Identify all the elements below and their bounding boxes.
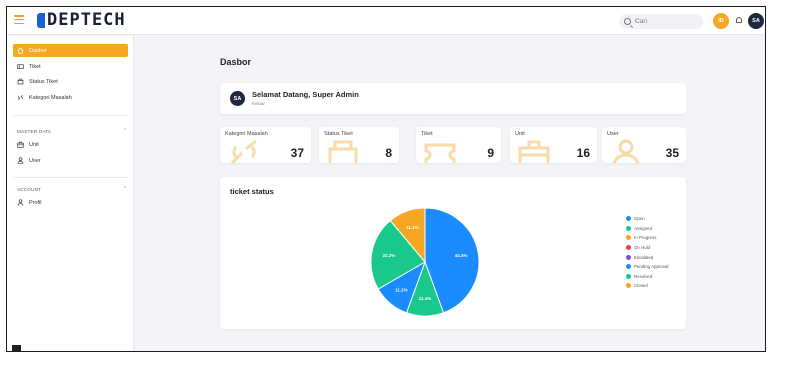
- stat-value: 37: [290, 146, 304, 160]
- legend-label: Closed: [634, 283, 648, 289]
- pie-slice-label: 11.1%: [395, 288, 408, 293]
- legend-label: In Progress: [634, 235, 657, 241]
- legend-label: Escalated: [634, 254, 654, 260]
- stat-value: 8: [385, 146, 392, 160]
- legend-label: Resolved: [634, 273, 653, 279]
- status-icon: [328, 140, 358, 163]
- section-title-master-data: MASTER DATA: [17, 129, 52, 134]
- avatar-id[interactable]: ID: [713, 13, 729, 29]
- stat-card-tiket[interactable]: Tiket 9: [416, 127, 501, 163]
- legend-item[interactable]: Resolved: [626, 272, 668, 282]
- legend-label: On Hold: [634, 245, 651, 251]
- legend-swatch: [626, 264, 631, 270]
- unit-icon: [17, 141, 24, 148]
- welcome-title: Selamat Datang, Super Admin: [252, 90, 359, 99]
- stat-label: Status Tiket: [324, 131, 353, 137]
- sidebar-item-label: Dasbor: [29, 47, 47, 54]
- ticket-icon: [17, 63, 24, 70]
- logo-text: DEPTECH: [47, 10, 126, 30]
- user-icon: [17, 199, 24, 206]
- stat-card-status-tiket[interactable]: Status Tiket 8: [319, 127, 399, 163]
- stat-value: 9: [487, 146, 494, 160]
- legend-label: Assigned: [634, 225, 653, 231]
- legend-swatch: [626, 235, 631, 241]
- app-window: DEPTECH Cari ID SA Dasbor Tiket Status T…: [6, 6, 766, 352]
- ticket-icon: [424, 143, 456, 163]
- sidebar-item-label: Profil: [29, 199, 42, 206]
- user-avatar[interactable]: SA: [748, 13, 764, 29]
- stat-value: 16: [576, 146, 590, 160]
- sidebar-item-label: Unit: [29, 141, 39, 148]
- legend-swatch: [626, 245, 631, 251]
- logout-link[interactable]: Keluar: [252, 101, 265, 106]
- legend-item[interactable]: Open: [626, 214, 668, 224]
- page-title: Dasbor: [220, 57, 252, 67]
- sidebar-item-profil[interactable]: Profil: [13, 196, 128, 209]
- avatar: SA: [230, 91, 245, 106]
- legend-swatch: [626, 283, 631, 289]
- sidebar-item-dasbor[interactable]: Dasbor: [13, 44, 128, 57]
- main-content: Dasbor SA Selamat Datang, Super Admin Ke…: [135, 36, 765, 351]
- chevron-up-icon[interactable]: ⌃: [123, 128, 127, 134]
- legend-swatch: [626, 254, 631, 260]
- link-icon: [230, 139, 257, 163]
- unit-icon: [518, 140, 550, 163]
- sidebar-item-label: Tiket: [29, 63, 41, 70]
- legend-swatch: [626, 273, 631, 279]
- sidebar-item-tiket[interactable]: Tiket: [13, 60, 128, 73]
- pie-slice-label: 11.1%: [419, 296, 432, 301]
- corner-block: [12, 345, 21, 351]
- status-icon: [17, 78, 24, 85]
- pie-chart: 44.4% 11.1% 11.1% 22.2% 11.1%: [370, 207, 480, 317]
- users-icon: [612, 139, 640, 163]
- welcome-card: SA Selamat Datang, Super Admin Keluar: [220, 83, 686, 114]
- sidebar-item-kategori-masalah[interactable]: Kategori Masalah: [13, 91, 128, 104]
- stat-value: 35: [665, 146, 679, 160]
- divider: [13, 115, 128, 116]
- link-icon: [17, 94, 24, 101]
- logo[interactable]: DEPTECH: [37, 11, 137, 30]
- pie-slice-label: 22.2%: [382, 253, 395, 258]
- stat-card-user[interactable]: User 35: [602, 127, 686, 163]
- legend-item[interactable]: On Hold: [626, 243, 668, 253]
- stat-card-unit[interactable]: Unit 16: [510, 127, 597, 163]
- pie-slice-label: 11.1%: [406, 225, 419, 230]
- top-bar: DEPTECH Cari ID SA: [7, 7, 765, 35]
- chart-legend: Open Assigned In Progress On Hold Escalated P…: [626, 214, 668, 291]
- stat-label: User: [607, 131, 619, 137]
- hamburger-menu-icon[interactable]: [14, 15, 24, 25]
- search-box[interactable]: Cari: [619, 14, 703, 29]
- divider: [13, 177, 128, 178]
- legend-item[interactable]: Assigned: [626, 224, 668, 234]
- legend-label: Pending Approval: [634, 264, 669, 270]
- pie-slice-label: 44.4%: [455, 253, 468, 258]
- sidebar-item-label: Kategori Masalah: [29, 94, 72, 101]
- stat-label: Unit: [515, 131, 525, 137]
- legend-swatch: [626, 225, 631, 231]
- ticket-status-card: ticket status 44.4% 11.1% 11.1% 22.2% 11.1% …: [220, 177, 686, 329]
- chevron-up-icon[interactable]: ⌃: [123, 186, 127, 192]
- sidebar-item-label: User: [29, 157, 41, 164]
- search-placeholder: Cari: [635, 18, 647, 25]
- legend-item[interactable]: In Progress: [626, 233, 668, 243]
- stat-label: Kategori Masalah: [225, 131, 268, 137]
- stat-label: Tiket: [421, 131, 433, 137]
- legend-item[interactable]: Escalated: [626, 252, 668, 262]
- sidebar-item-unit[interactable]: Unit: [13, 138, 128, 151]
- legend-item[interactable]: Pending Approval: [626, 262, 668, 272]
- search-icon: [624, 18, 631, 25]
- home-icon: [17, 47, 24, 54]
- stat-card-kategori-masalah[interactable]: Kategori Masalah 37: [220, 127, 311, 163]
- section-title-account: ACCOUNT: [17, 187, 42, 192]
- users-icon: [17, 157, 24, 164]
- logo-mark: [37, 13, 45, 28]
- bell-icon[interactable]: [736, 17, 742, 23]
- sidebar-item-user[interactable]: User: [13, 154, 128, 167]
- sidebar-item-status-tiket[interactable]: Status Tiket: [13, 75, 128, 88]
- legend-swatch: [626, 216, 631, 222]
- legend-label: Open: [634, 216, 645, 222]
- legend-item[interactable]: Closed: [626, 281, 668, 291]
- sidebar-item-label: Status Tiket: [29, 78, 58, 85]
- sidebar: Dasbor Tiket Status Tiket Kategori Masal…: [7, 36, 134, 351]
